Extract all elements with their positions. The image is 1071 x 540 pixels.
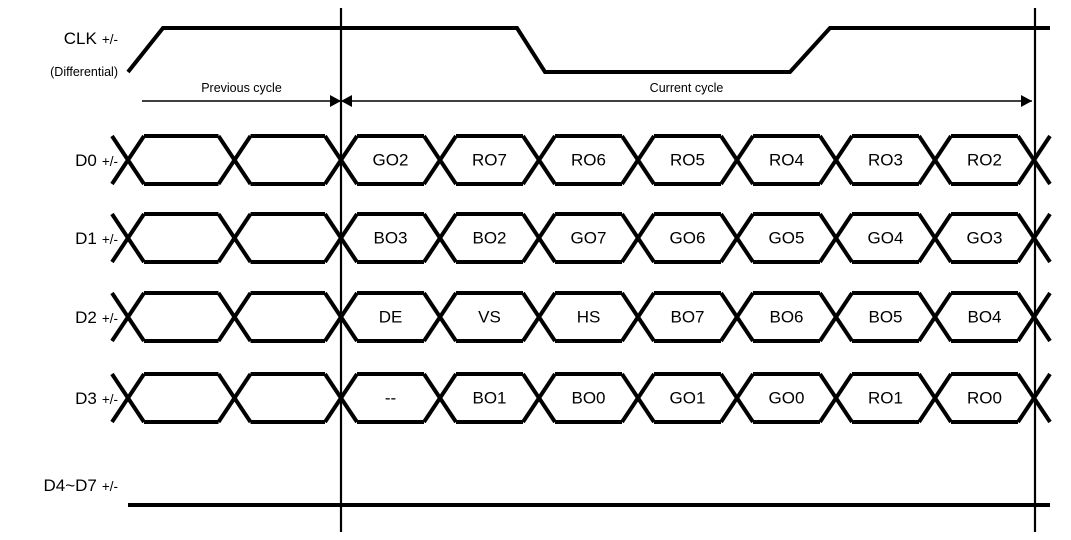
idle-lane-label-suffix: +/- (102, 479, 118, 494)
bus-crossing-d1-8 (917, 212, 953, 264)
bus-crossing-d2-4 (521, 291, 557, 343)
bus-value-d1-4: GO5 (769, 228, 805, 247)
bus-value-d3-4: GO0 (769, 388, 805, 407)
data-lane-label-suffix: +/- (102, 232, 118, 247)
current-cycle-arrowhead-left-icon (341, 95, 352, 107)
previous-cycle-label: Previous cycle (201, 81, 282, 95)
bus-crossing-d0-3 (422, 134, 458, 186)
bus-value-d2-4: BO6 (769, 307, 803, 326)
bus-value-d2-2: HS (577, 307, 601, 326)
bus-value-d1-5: GO4 (868, 228, 904, 247)
bus-value-d3-0: -- (385, 388, 396, 407)
bus-envelope-d3-1 (250, 372, 325, 424)
bus-value-d1-6: GO3 (967, 228, 1003, 247)
bus-crossing-d2-3 (422, 291, 458, 343)
bus-crossing-d0-4 (521, 134, 557, 186)
bus-value-d1-1: BO2 (472, 228, 506, 247)
bus-crossing-d0-7 (818, 134, 854, 186)
bus-crossing-d3-6 (719, 372, 755, 424)
data-lane-rows: D0 +/- GO2 RO7 RO6 RO5 RO4 RO3 RO2 D1 +/- BO3 BO2 GO7… (75, 134, 1052, 424)
data-lane-label-main: D0 (75, 151, 97, 170)
idle-lane-label: D4~D7 +/- (43, 476, 118, 495)
data-lane-label-suffix: +/- (102, 311, 118, 326)
bus-crossing-d2-8 (917, 291, 953, 343)
bus-value-d3-2: BO0 (571, 388, 605, 407)
data-lane-d3: D3 +/- -- BO1 BO0 GO1 GO0 RO1 RO0 (75, 372, 1052, 424)
idle-lane-row: D4~D7 +/- (43, 476, 1050, 507)
timing-diagram-svg: CLK +/- (Differential) Previous cycle Cur… (43, 8, 1052, 532)
bus-envelope-d2-1 (250, 291, 325, 343)
bus-crossing-d1-4 (521, 212, 557, 264)
data-lane-d0: D0 +/- GO2 RO7 RO6 RO5 RO4 RO3 RO2 (75, 134, 1052, 186)
bus-value-d2-3: BO7 (670, 307, 704, 326)
data-lane-label-main: D1 (75, 229, 97, 248)
bus-crossing-d3-4 (521, 372, 557, 424)
bus-crossing-d0-5 (620, 134, 656, 186)
bus-value-d0-0: GO2 (373, 150, 409, 169)
bus-value-d2-1: VS (478, 307, 501, 326)
bus-crossing-d0-6 (719, 134, 755, 186)
bus-crossing-d3-7 (818, 372, 854, 424)
bus-value-d2-5: BO5 (868, 307, 902, 326)
clock-waveform (126, 26, 1050, 74)
bus-value-d3-6: RO0 (967, 388, 1002, 407)
bus-envelope-d0-1 (250, 134, 325, 186)
bus-crossing-d1-5 (620, 212, 656, 264)
current-cycle-arrowhead-right-icon (1021, 95, 1032, 107)
bus-value-d0-2: RO6 (571, 150, 606, 169)
bus-crossing-d2-1 (216, 291, 253, 343)
bus-value-d3-5: RO1 (868, 388, 903, 407)
bus-crossing-d3-3 (422, 372, 458, 424)
data-lane-label-d0: D0 +/- (75, 151, 118, 170)
bus-value-d1-3: GO6 (670, 228, 706, 247)
data-lane-label-suffix: +/- (102, 392, 118, 407)
bus-crossing-d3-5 (620, 372, 656, 424)
bus-crossing-d2-5 (620, 291, 656, 343)
data-lane-d2: D2 +/- DE VS HS BO7 BO6 BO5 BO4 (75, 291, 1052, 343)
clock-label: CLK +/- (64, 29, 118, 48)
data-lane-label-d1: D1 +/- (75, 229, 118, 248)
bus-value-d3-3: GO1 (670, 388, 706, 407)
idle-lane-label-main: D4~D7 (43, 476, 96, 495)
clock-label-suffix: +/- (102, 32, 118, 47)
bus-value-d0-4: RO4 (769, 150, 804, 169)
data-lane-d1: D1 +/- BO3 BO2 GO7 GO6 GO5 GO4 GO3 (75, 212, 1052, 264)
bus-crossing-d2-6 (719, 291, 755, 343)
clock-row: CLK +/- (Differential) (50, 26, 1050, 79)
bus-envelope-d1-1 (250, 212, 325, 264)
data-lane-label-suffix: +/- (102, 154, 118, 169)
current-cycle-label: Current cycle (650, 81, 724, 95)
bus-value-d1-0: BO3 (373, 228, 407, 247)
data-lane-label-main: D2 (75, 308, 97, 327)
bus-envelope-d2-0 (144, 291, 219, 343)
data-lane-label-d3: D3 +/- (75, 389, 118, 408)
bus-envelope-d0-0 (144, 134, 219, 186)
bus-crossing-d3-8 (917, 372, 953, 424)
bus-crossing-d2-7 (818, 291, 854, 343)
bus-crossing-d1-3 (422, 212, 458, 264)
bus-crossing-d1-7 (818, 212, 854, 264)
data-lane-label-d2: D2 +/- (75, 308, 118, 327)
bus-crossing-d3-1 (216, 372, 253, 424)
bus-value-d2-0: DE (379, 307, 403, 326)
bus-envelope-d3-0 (144, 372, 219, 424)
bus-value-d1-2: GO7 (571, 228, 607, 247)
bus-value-d2-6: BO4 (967, 307, 1001, 326)
bus-value-d3-1: BO1 (472, 388, 506, 407)
bus-value-d0-3: RO5 (670, 150, 705, 169)
clock-label-sub: (Differential) (50, 65, 118, 79)
bus-value-d0-6: RO2 (967, 150, 1002, 169)
cycle-annotations: Previous cycle Current cycle (142, 81, 1032, 107)
bus-crossing-d0-1 (216, 134, 253, 186)
bus-value-d0-5: RO3 (868, 150, 903, 169)
bus-envelope-d1-0 (144, 212, 219, 264)
bus-crossing-d0-8 (917, 134, 953, 186)
data-lane-label-main: D3 (75, 389, 97, 408)
bus-crossing-d1-1 (216, 212, 253, 264)
clock-label-main: CLK (64, 29, 98, 48)
timing-diagram-root: CLK +/- (Differential) Previous cycle Cur… (0, 0, 1071, 540)
previous-cycle-arrowhead-icon (330, 95, 341, 107)
bus-value-d0-1: RO7 (472, 150, 507, 169)
bus-crossing-d1-6 (719, 212, 755, 264)
